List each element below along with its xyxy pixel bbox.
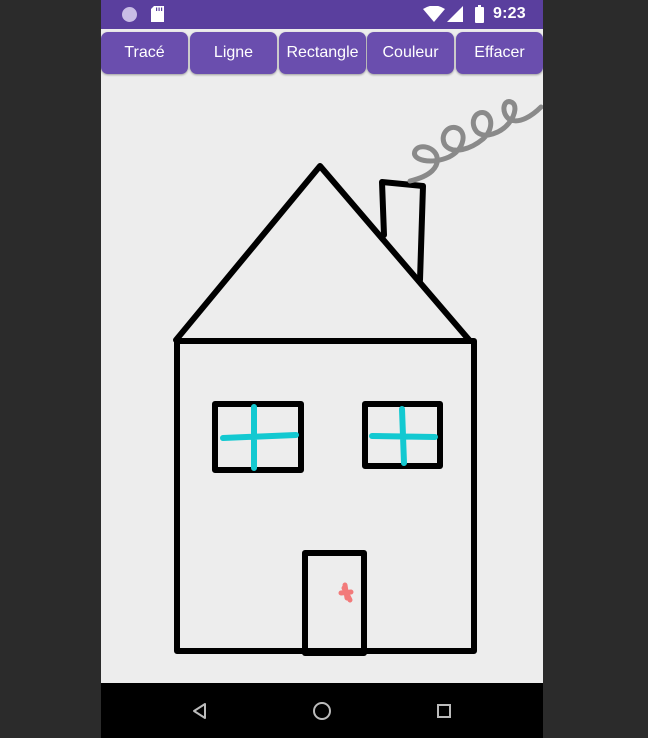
navigation-bar: [101, 683, 543, 738]
notification-dot-icon: [122, 7, 137, 22]
roof-stroke: [173, 163, 473, 344]
wifi-icon: [423, 6, 445, 22]
battery-icon: [475, 5, 484, 23]
sd-card-icon: [151, 6, 164, 22]
recents-icon[interactable]: [436, 703, 452, 719]
home-icon[interactable]: [312, 701, 332, 721]
status-bar: 9:23: [101, 0, 543, 29]
house-wall-rect: [174, 338, 477, 654]
cell-signal-icon: [447, 6, 463, 22]
color-button[interactable]: Couleur: [367, 32, 454, 74]
rectangle-button[interactable]: Rectangle: [279, 32, 366, 74]
door-knob-mark: [338, 582, 354, 603]
toolbar: Tracé Ligne Rectangle Couleur Effacer: [101, 32, 543, 75]
line-button[interactable]: Ligne: [190, 32, 277, 74]
drawing-canvas[interactable]: [101, 77, 543, 682]
trace-button[interactable]: Tracé: [101, 32, 188, 74]
phone-screen: 9:23 Tracé Ligne Rectangle Couleur Effac…: [101, 0, 543, 738]
right-window-cross: [369, 406, 438, 466]
clear-button[interactable]: Effacer: [456, 32, 543, 74]
chimney-smoke-scribble: [407, 99, 543, 184]
status-time: 9:23: [493, 5, 526, 22]
door-rect: [302, 550, 367, 656]
back-icon[interactable]: [191, 702, 207, 720]
left-window-cross: [220, 404, 299, 471]
